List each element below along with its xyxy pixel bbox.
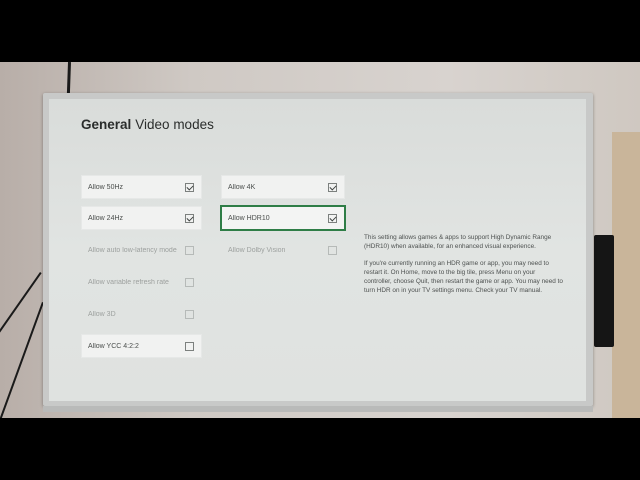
option-allow-4k[interactable]: Allow 4K: [221, 175, 345, 199]
checkbox-icon[interactable]: [185, 341, 194, 351]
checkbox-icon: [328, 245, 337, 255]
option-allow-variable-refresh-rate: Allow variable refresh rate: [81, 270, 202, 294]
option-allow-auto-low-latency: Allow auto low-latency mode: [81, 238, 202, 262]
option-allow-hdr10[interactable]: Allow HDR10: [220, 205, 346, 231]
option-label: Allow Dolby Vision: [228, 246, 286, 254]
checkbox-icon: [185, 245, 194, 255]
option-allow-24hz[interactable]: Allow 24Hz: [81, 206, 202, 230]
wooden-shelf: [612, 132, 640, 418]
option-allow-50hz[interactable]: Allow 50Hz: [81, 175, 202, 199]
page-title: Video modes: [135, 117, 214, 132]
speaker: [594, 235, 614, 347]
tv-screen: General Video modes Allow 50Hz Allow 24Hz…: [49, 99, 586, 401]
checkbox-checked-icon[interactable]: [185, 213, 194, 223]
option-allow-dolby-vision: Allow Dolby Vision: [221, 238, 345, 262]
option-label: Allow auto low-latency mode: [88, 246, 177, 254]
option-label: Allow 3D: [88, 310, 116, 318]
checkbox-icon: [185, 309, 194, 319]
option-label: Allow YCC 4:2:2: [88, 342, 139, 350]
tv-stand: [43, 406, 593, 412]
option-label: Allow 4K: [228, 183, 256, 191]
section-title: General: [81, 117, 132, 132]
checkbox-icon: [185, 277, 194, 287]
option-label: Allow variable refresh rate: [88, 278, 169, 286]
description-paragraph: If you're currently running an HDR game …: [364, 260, 563, 294]
description-paragraph: This setting allows games & apps to supp…: [364, 234, 552, 250]
cable: [0, 272, 42, 397]
option-label: Allow 24Hz: [88, 214, 124, 222]
option-allow-ycc-422[interactable]: Allow YCC 4:2:2: [81, 334, 202, 358]
option-label: Allow 50Hz: [88, 183, 124, 191]
page-header: General Video modes: [81, 117, 214, 132]
checkbox-checked-icon[interactable]: [328, 182, 337, 192]
setting-description: This setting allows games & apps to supp…: [364, 233, 564, 303]
option-label: Allow HDR10: [228, 214, 270, 222]
checkbox-checked-icon[interactable]: [328, 213, 337, 223]
option-allow-3d: Allow 3D: [81, 302, 202, 326]
checkbox-checked-icon[interactable]: [185, 182, 194, 192]
